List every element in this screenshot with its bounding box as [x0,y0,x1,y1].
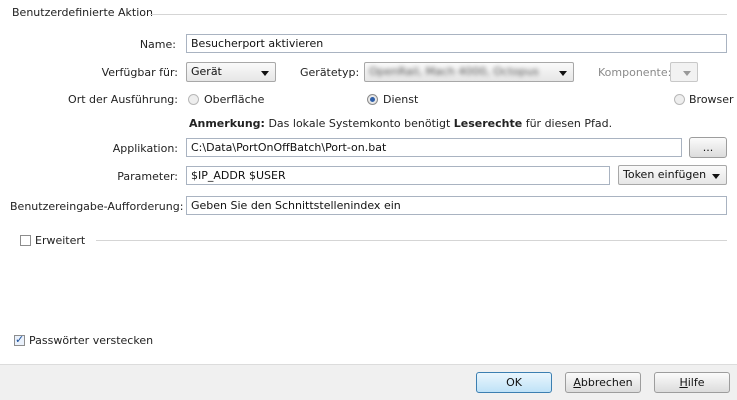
group-title: Benutzerdefinierte Aktion [12,6,159,19]
erweitert-label: Erweitert [35,234,86,247]
anmerkung-note: Anmerkung: Das lokale Systemkonto benöti… [189,117,612,130]
token-einfuegen-dropdown[interactable]: Token einfügen [618,165,727,185]
anmerkung-bold-word: Leserechte [453,117,523,130]
komponente-select[interactable] [670,62,698,82]
applikation-label: Applikation: [112,142,178,155]
verfuegbar-label: Verfügbar für: [101,66,178,79]
erweitert-divider [96,240,727,241]
abbrechen-button[interactable]: Abbrechen [565,372,641,393]
name-label: Name: [139,38,176,51]
aufforderung-label: Benutzereingabe-Aufforderung: [10,200,184,213]
aufforderung-input[interactable]: Geben Sie den Schnittstellenindex ein [186,196,727,215]
ort-label: Ort der Ausführung: [68,93,178,106]
hilfe-text: ilfe [687,376,705,389]
chevron-down-icon [261,71,269,76]
chevron-down-icon [559,71,567,76]
passwoerter-label: Passwörter verstecken [29,334,154,347]
radio-dienst-label: Dienst [383,93,419,106]
geraetetyp-select[interactable]: OpenRail, Mach 4000, Octopus [364,62,574,82]
erweitert-checkbox[interactable] [20,235,31,246]
name-input[interactable]: Besucherport aktivieren [186,34,727,53]
anmerkung-text-1: Das lokale Systemkonto benötigt [264,117,454,130]
browse-button[interactable]: ... [689,137,727,158]
abbrechen-mnemonic: A [573,376,581,389]
abbrechen-text: bbrechen [580,376,633,389]
parameter-label: Parameter: [117,170,178,183]
anmerkung-text-2: für diesen Pfad. [522,117,613,130]
geraetetyp-label: Gerätetyp: [300,66,360,79]
radio-browser[interactable] [674,94,685,105]
radio-oberflaeche[interactable] [188,94,199,105]
komponente-label: Komponente: [598,66,672,79]
radio-dienst[interactable] [367,94,378,105]
verfuegbar-value: Gerät [191,65,222,78]
token-einfuegen-label: Token einfügen [623,168,707,181]
radio-oberflaeche-label: Oberfläche [204,93,265,106]
applikation-input[interactable]: C:\Data\PortOnOffBatch\Port-on.bat [186,138,682,157]
parameter-input[interactable]: $IP_ADDR $USER [186,166,610,185]
passwoerter-checkbox[interactable] [14,333,25,346]
anmerkung-prefix: Anmerkung: [189,117,265,130]
ok-button[interactable]: OK [476,372,552,393]
geraetetyp-value: OpenRail, Mach 4000, Octopus [369,65,539,78]
verfuegbar-select[interactable]: Gerät [186,62,276,82]
hilfe-button[interactable]: Hilfe [654,372,730,393]
radio-browser-label: Browser [689,93,734,106]
chevron-down-icon [712,174,720,179]
chevron-down-icon [683,71,691,76]
group-divider [150,14,727,15]
hilfe-mnemonic: H [679,376,688,389]
